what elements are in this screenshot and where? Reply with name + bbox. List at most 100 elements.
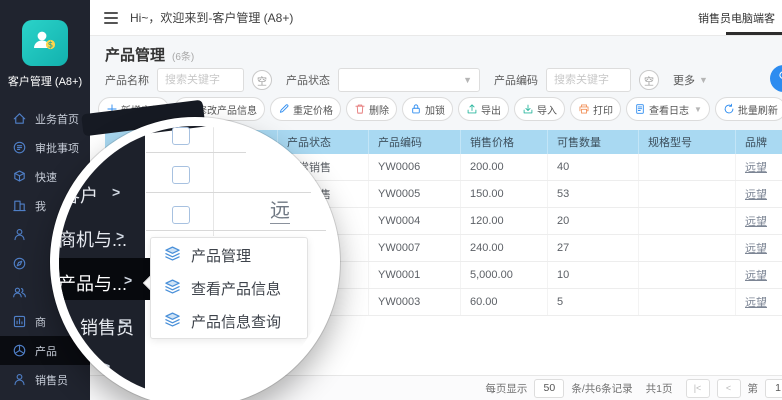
per-page-input[interactable] bbox=[534, 379, 564, 398]
chevron-right-icon: > bbox=[102, 358, 110, 374]
price-cell: 200.00 bbox=[460, 154, 547, 180]
product-status-label: 产品状态 bbox=[286, 72, 330, 88]
column-header: 品牌 bbox=[735, 130, 782, 154]
quick-icon bbox=[12, 169, 27, 184]
qty-cell: 27 bbox=[547, 235, 638, 261]
qty-cell: 40 bbox=[547, 154, 638, 180]
toolbar-button-label: 打印 bbox=[593, 102, 613, 117]
magnified-sidebar-item-0[interactable]: 机 bbox=[72, 138, 91, 165]
chart-icon bbox=[12, 314, 27, 329]
product-code-input[interactable] bbox=[546, 68, 631, 92]
toolbar-button-重定价格[interactable]: 重定价格 bbox=[270, 97, 341, 121]
toolbar-button-批量刷新[interactable]: 批量刷新 bbox=[715, 97, 782, 121]
spec-cell bbox=[638, 235, 735, 261]
prev-page-button[interactable]: < bbox=[717, 379, 741, 398]
code-cell: YW0004 bbox=[368, 208, 460, 234]
code-cell: YW0007 bbox=[368, 235, 460, 261]
svg-text:$: $ bbox=[48, 40, 53, 50]
spec-cell bbox=[638, 262, 735, 288]
tab-active-indicator bbox=[726, 32, 782, 35]
brand-cell: 远望 bbox=[735, 154, 782, 180]
tab-salesperson-pc[interactable]: 销售员电脑端客 bbox=[698, 0, 782, 36]
toolbar-button-label: 批量刷新 bbox=[738, 102, 778, 117]
import-icon bbox=[522, 103, 534, 115]
spec-cell bbox=[638, 289, 735, 315]
print-icon bbox=[578, 103, 590, 115]
menu-item-label: 产品信息查询 bbox=[191, 311, 281, 332]
magnified-sidebar-item-1[interactable]: 客户> bbox=[62, 182, 98, 208]
menu-item-0[interactable]: 产品管理 bbox=[151, 239, 307, 272]
trash-icon bbox=[354, 103, 366, 115]
toolbar-button-label: 导入 bbox=[537, 102, 557, 117]
welcome-text: Hi~，欢迎来到-客户管理 (A8+) bbox=[130, 9, 293, 26]
page-header: 产品管理 (6条) bbox=[105, 44, 194, 65]
qty-cell: 20 bbox=[547, 208, 638, 234]
chevron-down-icon: ▼ bbox=[694, 105, 702, 114]
price-cell: 120.00 bbox=[460, 208, 547, 234]
toolbar-button-加锁[interactable]: 加锁 bbox=[402, 97, 453, 121]
magnified-sidebar-item-3[interactable]: 产品与...> bbox=[58, 270, 127, 296]
more-filters-button[interactable]: 更多▼ bbox=[673, 72, 708, 88]
chevron-down-icon: ▼ bbox=[463, 75, 472, 85]
search-button[interactable] bbox=[770, 65, 782, 92]
brand-link[interactable]: 远望 bbox=[745, 240, 767, 256]
export-icon bbox=[466, 103, 478, 115]
product-name-label: 产品名称 bbox=[105, 72, 149, 88]
first-page-button[interactable]: |< bbox=[686, 379, 710, 398]
code-cell: YW0003 bbox=[368, 289, 460, 315]
per-page-label: 每页显示 bbox=[485, 381, 527, 396]
sidebar-item-label: 我 bbox=[35, 198, 46, 214]
toolbar-button-查看日志[interactable]: 查看日志▼ bbox=[626, 97, 710, 121]
product-name-input[interactable] bbox=[157, 68, 244, 92]
column-header: 产品编码 bbox=[368, 130, 460, 154]
menu-item-1[interactable]: 查看产品信息 bbox=[151, 272, 307, 305]
current-page-input[interactable] bbox=[765, 379, 782, 398]
sidebar-item-label: 快速 bbox=[35, 169, 57, 185]
toolbar-button-label: 加锁 bbox=[425, 102, 445, 117]
approval-icon bbox=[12, 140, 27, 155]
magnified-sidebar-item-2[interactable]: 商机与...> bbox=[58, 226, 127, 252]
toolbar-button-导入[interactable]: 导入 bbox=[514, 97, 565, 121]
code-cell: YW0006 bbox=[368, 154, 460, 180]
magnified-item-label: 产品与... bbox=[58, 270, 127, 296]
brand-link[interactable]: 远望 bbox=[745, 213, 767, 229]
qty-cell: 5 bbox=[547, 289, 638, 315]
chevron-right-icon: > bbox=[124, 272, 132, 288]
clear-code-button[interactable]: 空 bbox=[639, 70, 659, 90]
person-icon bbox=[12, 372, 27, 387]
app-name: 客户管理 (A8+) bbox=[0, 73, 90, 89]
toolbar-button-label: 导出 bbox=[481, 102, 501, 117]
toolbar-button-打印[interactable]: 打印 bbox=[570, 97, 621, 121]
lock-icon bbox=[410, 103, 422, 115]
product-status-select[interactable]: ▼ bbox=[338, 68, 480, 92]
price-cell: 150.00 bbox=[460, 181, 547, 207]
product-code-label: 产品编码 bbox=[494, 72, 538, 88]
layers-icon bbox=[164, 311, 181, 332]
page-title: 产品管理 bbox=[105, 44, 165, 65]
brand-link[interactable]: 远望 bbox=[745, 186, 767, 202]
menu-item-2[interactable]: 产品信息查询 bbox=[151, 305, 307, 338]
filter-bar: 产品名称 空 产品状态 ▼ 产品编码 空 更多▼ bbox=[105, 68, 708, 92]
app-logo: $ bbox=[22, 20, 68, 66]
brand-cell: 远望 bbox=[735, 235, 782, 261]
brand-link[interactable]: 远望 bbox=[745, 159, 767, 175]
brand-link[interactable]: 远望 bbox=[745, 294, 767, 310]
hamburger-menu-icon[interactable] bbox=[104, 12, 118, 24]
price-cell: 60.00 bbox=[460, 289, 547, 315]
product-icon bbox=[12, 343, 27, 358]
records-total-label: 条/共6条记录 bbox=[571, 381, 632, 396]
page-prefix-label: 第 bbox=[748, 381, 759, 396]
toolbar-button-导出[interactable]: 导出 bbox=[458, 97, 509, 121]
brand-link[interactable]: 远望 bbox=[745, 267, 767, 283]
brand-cell: 远望 bbox=[735, 181, 782, 207]
menu-item-label: 查看产品信息 bbox=[191, 278, 281, 299]
clear-name-button[interactable]: 空 bbox=[252, 70, 272, 90]
record-count-badge: (6条) bbox=[172, 48, 194, 63]
magnified-dropdown-menu: 产品管理查看产品信息产品信息查询 bbox=[150, 237, 308, 339]
magnified-sidebar-item-4[interactable]: 销售员> bbox=[80, 314, 134, 340]
team-icon bbox=[12, 285, 27, 300]
brand-cell: 远望 bbox=[735, 208, 782, 234]
magnified-sidebar-item-5[interactable]: > bbox=[102, 358, 110, 374]
toolbar-button-删除[interactable]: 删除 bbox=[346, 97, 397, 121]
chevron-right-icon: > bbox=[116, 228, 124, 244]
